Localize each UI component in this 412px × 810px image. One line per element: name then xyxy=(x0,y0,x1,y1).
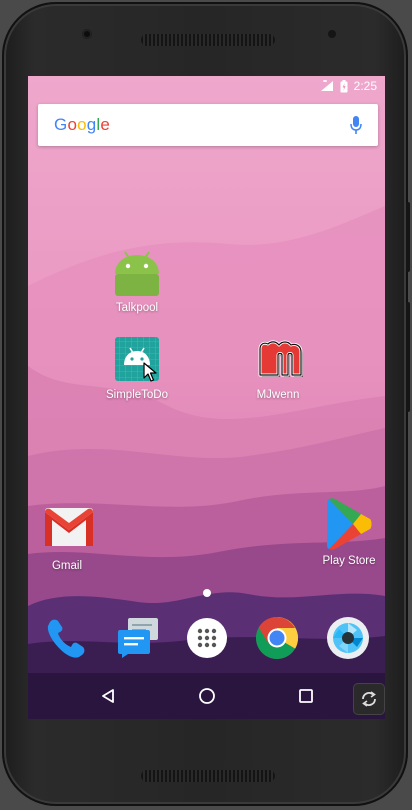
android-icon xyxy=(113,248,161,296)
mouse-cursor-icon xyxy=(143,362,157,382)
battery-icon xyxy=(340,79,348,92)
google-logo-letter: g xyxy=(86,115,97,134)
google-logo-letter: G xyxy=(54,115,68,134)
gmail-icon xyxy=(43,506,93,554)
home-icon[interactable] xyxy=(189,678,225,714)
front-camera xyxy=(82,29,92,39)
camera-icon[interactable] xyxy=(326,616,370,660)
messages-icon[interactable] xyxy=(116,616,160,660)
app-label: MJwenn xyxy=(256,389,300,401)
chrome-icon[interactable] xyxy=(255,616,299,660)
top-speaker xyxy=(141,34,275,46)
rotate-icon[interactable] xyxy=(354,684,384,714)
app-drawer-icon[interactable] xyxy=(185,616,229,660)
app-label: Play Store xyxy=(322,555,376,567)
app-label: Gmail xyxy=(51,560,83,572)
phone-icon[interactable] xyxy=(44,616,88,660)
status-bar: 2:25 xyxy=(28,76,385,96)
power-button[interactable] xyxy=(406,202,410,272)
recents-icon[interactable] xyxy=(288,678,324,714)
app-label: Talkpool xyxy=(115,302,159,314)
app-play-store[interactable]: Play Store xyxy=(309,498,385,567)
mjwenn-m-icon xyxy=(254,335,303,383)
volume-button[interactable] xyxy=(406,302,410,412)
bottom-speaker xyxy=(141,770,275,782)
navigation-bar xyxy=(28,673,385,719)
google-search-bar[interactable]: Google xyxy=(38,104,378,146)
google-logo: Google xyxy=(54,115,110,135)
signal-icon xyxy=(320,80,333,91)
app-talkpool[interactable]: Talkpool xyxy=(97,248,177,314)
google-logo-letter: o xyxy=(67,115,78,134)
play-store-icon xyxy=(325,498,373,550)
app-gmail[interactable]: Gmail xyxy=(28,506,107,572)
app-label: SimpleToDo xyxy=(106,389,168,401)
phone-screen: 2:25 Google Talkpool SimpleToDo MJwenn G… xyxy=(28,76,385,719)
google-logo-letter: e xyxy=(100,115,111,134)
app-mjwenn[interactable]: MJwenn xyxy=(238,335,318,401)
proximity-sensor xyxy=(328,30,336,38)
mic-icon[interactable] xyxy=(350,115,362,135)
app-simpletodo[interactable]: SimpleToDo xyxy=(97,335,177,401)
google-logo-letter: o xyxy=(77,115,87,134)
back-icon[interactable] xyxy=(90,678,126,714)
status-time: 2:25 xyxy=(353,79,377,93)
page-indicator-dot xyxy=(203,589,211,597)
